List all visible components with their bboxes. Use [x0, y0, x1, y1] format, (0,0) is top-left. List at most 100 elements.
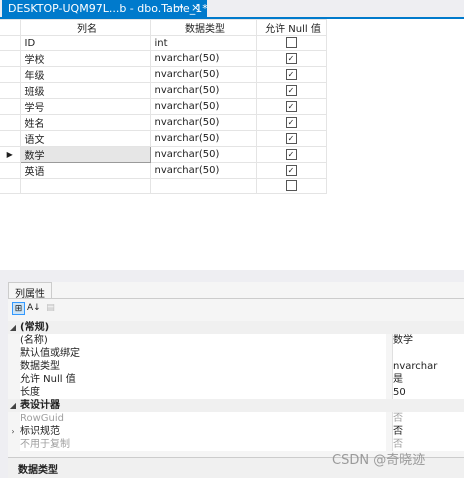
property-row[interactable]: (名称) 数学	[8, 334, 464, 347]
pin-icon[interactable]: ⊸	[175, 2, 183, 13]
row-selector[interactable]	[0, 82, 21, 99]
property-category[interactable]: ◢ 表设计器	[8, 399, 464, 412]
data-type-cell[interactable]: nvarchar(50)	[149, 98, 257, 115]
allow-nulls-checkbox[interactable]: ✓	[285, 164, 297, 176]
column-name-cell[interactable]: 年级	[19, 66, 151, 83]
current-row-arrow-icon: ▶	[6, 150, 13, 159]
property-name: 默认值或绑定	[20, 347, 386, 360]
splitter[interactable]	[0, 270, 464, 282]
property-value[interactable]: nvarchar	[392, 360, 464, 373]
property-name: 标识规范	[20, 425, 386, 438]
property-value[interactable]: 否	[392, 412, 464, 425]
property-row[interactable]: 数据类型 nvarchar	[8, 360, 464, 373]
row-selector[interactable]	[0, 130, 21, 147]
property-value[interactable]: 是	[392, 373, 464, 386]
allow-nulls-checkbox[interactable]: ✓	[285, 100, 297, 112]
column-name-cell[interactable]: 学校	[19, 50, 151, 67]
column-name-cell[interactable]: 姓名	[19, 114, 151, 131]
property-value[interactable]: 50	[392, 386, 464, 399]
property-row[interactable]: › 标识规范否	[8, 425, 464, 438]
sort-alphabetical-icon[interactable]: A↓	[27, 302, 41, 315]
allow-nulls-checkbox[interactable]: ✓	[285, 84, 297, 96]
property-name: (名称)	[20, 334, 386, 347]
column-name-cell[interactable]: 数学	[19, 146, 151, 163]
property-category[interactable]: ◢ (常规)	[8, 321, 464, 334]
header-allow-nulls[interactable]: 允许 Null 值	[255, 19, 327, 36]
allow-nulls-checkbox[interactable]: ✓	[285, 68, 297, 80]
data-type-cell[interactable]: nvarchar(50)	[149, 82, 257, 99]
document-tabstrip: DESKTOP-UQM97L...b - dbo.Table_1* ⊸ ×	[0, 0, 464, 19]
column-name-cell[interactable]: 英语	[19, 162, 151, 179]
row-selector[interactable]	[0, 50, 21, 67]
allow-nulls-cell	[255, 178, 327, 194]
column-name-cell[interactable]: 班级	[19, 82, 151, 99]
table-row[interactable]: 学校 nvarchar(50) ✓	[0, 50, 327, 67]
table-row[interactable]: 语文 nvarchar(50) ✓	[0, 130, 327, 147]
property-value[interactable]: 否	[392, 425, 464, 438]
data-type-cell[interactable]	[149, 178, 257, 194]
allow-nulls-cell: ✓	[255, 98, 327, 115]
column-name-cell[interactable]: 学号	[19, 98, 151, 115]
property-row[interactable]: 默认值或绑定	[8, 347, 464, 360]
collapse-icon[interactable]: ◢	[8, 321, 18, 334]
properties-toolbar: ⊞ A↓ ▤	[8, 299, 464, 319]
row-selector[interactable]	[0, 162, 21, 179]
property-value[interactable]: 数学	[392, 334, 464, 347]
allow-nulls-cell: ✓	[255, 130, 327, 147]
close-icon[interactable]: ×	[191, 1, 200, 14]
row-selector[interactable]	[0, 98, 21, 115]
data-type-cell[interactable]: nvarchar(50)	[149, 146, 257, 163]
table-row[interactable]: 班级 nvarchar(50) ✓	[0, 82, 327, 99]
property-name: RowGuid	[20, 412, 386, 425]
row-selector[interactable]	[0, 35, 21, 51]
data-type-cell[interactable]: nvarchar(50)	[149, 114, 257, 131]
expand-icon[interactable]: ›	[8, 425, 18, 438]
table-row[interactable]: 姓名 nvarchar(50) ✓	[0, 114, 327, 131]
allow-nulls-cell: ✓	[255, 82, 327, 99]
table-row[interactable]	[0, 178, 327, 194]
property-gutter	[8, 360, 18, 373]
column-name-cell[interactable]: 语文	[19, 130, 151, 147]
table-row[interactable]: 年级 nvarchar(50) ✓	[0, 66, 327, 83]
property-row[interactable]: RowGuid 否	[8, 412, 464, 425]
allow-nulls-checkbox[interactable]: ✓	[285, 132, 297, 144]
column-name-cell[interactable]	[19, 178, 151, 194]
property-gutter	[8, 347, 18, 360]
row-selector[interactable]: ▶	[0, 146, 21, 163]
table-designer-grid[interactable]: 列名 数据类型 允许 Null 值 ID int 学校 nvarchar(50) ✓ 年级…	[0, 19, 464, 270]
table-row[interactable]: 英语 nvarchar(50) ✓	[0, 162, 327, 179]
property-gutter	[8, 373, 18, 386]
row-selector[interactable]	[0, 114, 21, 131]
column-properties-panel: 列属性 ⊞ A↓ ▤ ◢ (常规) (名称) 数学 默认值或绑定 数据类型 nvarchar…	[8, 282, 464, 478]
allow-nulls-checkbox[interactable]	[285, 37, 297, 49]
data-type-cell[interactable]: nvarchar(50)	[149, 162, 257, 179]
property-row[interactable]: 允许 Null 值是	[8, 373, 464, 386]
allow-nulls-cell: ✓	[255, 162, 327, 179]
columns-table: 列名 数据类型 允许 Null 值 ID int 学校 nvarchar(50) ✓ 年级…	[0, 19, 327, 194]
row-selector[interactable]	[0, 66, 21, 83]
allow-nulls-checkbox[interactable]: ✓	[285, 52, 297, 64]
data-type-cell[interactable]: nvarchar(50)	[149, 66, 257, 83]
property-value[interactable]	[392, 347, 464, 360]
column-name-cell[interactable]: ID	[19, 35, 151, 51]
table-row[interactable]: ▶ 数学 nvarchar(50) ✓	[0, 146, 327, 163]
tab-column-properties[interactable]: 列属性	[8, 282, 52, 300]
property-name: 允许 Null 值	[20, 373, 386, 386]
property-row[interactable]: 长度 50	[8, 386, 464, 399]
property-gutter	[8, 386, 18, 399]
data-type-cell[interactable]: nvarchar(50)	[149, 50, 257, 67]
header-data-type[interactable]: 数据类型	[149, 19, 257, 36]
collapse-icon[interactable]: ◢	[8, 399, 18, 412]
allow-nulls-checkbox[interactable]: ✓	[285, 148, 297, 160]
table-row[interactable]: 学号 nvarchar(50) ✓	[0, 98, 327, 115]
allow-nulls-checkbox[interactable]	[285, 180, 297, 192]
header-column-name[interactable]: 列名	[19, 19, 151, 36]
data-type-cell[interactable]: int	[149, 35, 257, 51]
categorized-icon[interactable]: ⊞	[12, 302, 25, 315]
allow-nulls-cell: ✓	[255, 66, 327, 83]
data-type-cell[interactable]: nvarchar(50)	[149, 130, 257, 147]
allow-nulls-checkbox[interactable]: ✓	[285, 116, 297, 128]
table-row[interactable]: ID int	[0, 35, 327, 51]
row-selector[interactable]	[0, 178, 21, 194]
property-gutter	[8, 334, 18, 347]
